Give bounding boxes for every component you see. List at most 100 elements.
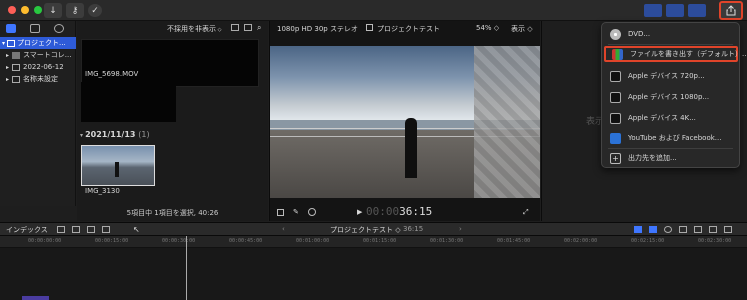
view-popup[interactable]: 表示 ◇ [511,24,533,34]
photos-audio-icon[interactable] [30,23,40,33]
minimize-window-button[interactable] [21,6,29,14]
share-button[interactable] [719,1,743,20]
video-frame[interactable] [270,46,540,198]
menu-item-label: ファイルを書き出す（デフォルト）... [630,50,747,58]
clip-thumbnail[interactable] [81,39,259,87]
menu-item-add-destination[interactable]: + 出力先を追加... [604,150,738,166]
viewer-project-title: プロジェクトテスト [377,25,440,33]
library-item-project[interactable]: ▾ プロジェクト... [0,37,76,49]
snapping-icon[interactable] [679,226,687,233]
timeline-layout-button[interactable] [666,4,684,17]
timeline-project-name[interactable]: プロジェクトテスト ◇ [330,225,401,235]
forward-icon[interactable]: › [459,225,462,233]
menu-item-export-file[interactable]: ファイルを書き出す（デフォルト）... [604,46,747,62]
menu-item-label: YouTube および Facebook... [628,134,722,142]
menu-item-apple-720p[interactable]: Apple デバイス 720p... [604,68,738,84]
play-icon[interactable]: ▶ [357,208,362,216]
date-group-date: 2021/11/13 [85,130,136,139]
title-bar: ↓ ⚷ ✓ [0,0,747,21]
clip-name: IMG_3130 [85,187,120,195]
select-tool-icon[interactable]: ↖ [133,225,140,234]
filmstrip-icon[interactable] [244,24,252,31]
device-icon [610,112,621,124]
timeline-duration: 36:15 [403,225,424,233]
clip-filter-popup[interactable]: 不採用を非表示 ◇ [167,24,221,34]
event-icon [12,63,21,71]
library-item-label: 名称未設定 [23,75,59,83]
solo-icon[interactable] [664,226,672,233]
effects-browser-icon[interactable] [709,226,717,233]
menu-separator [608,44,733,45]
share-icon [726,5,736,16]
speed-icon[interactable] [307,208,316,216]
library-item-untitled[interactable]: ▸ 名称未設定 [0,73,76,85]
connect-icon[interactable] [57,226,65,233]
libraries-icon[interactable] [6,23,16,33]
menu-item-youtube-facebook[interactable]: YouTube および Facebook... [604,130,738,146]
clip-thumbnail[interactable] [81,82,176,122]
browser-layout-button[interactable] [644,4,662,17]
timeline-area[interactable] [0,236,747,300]
clip-name: IMG_5698.MOV [85,70,139,78]
disclosure-open-icon: ▾ [2,39,6,47]
ruler-label: 00:01:15:00 [363,238,397,244]
enhance-wand-icon[interactable]: ✎ [293,208,299,216]
person-figure [405,118,417,178]
library-sidebar: ▾ プロジェクト... ▸ スマートコレ... ▸ 2022-06-12 ▸ 名… [0,21,76,206]
overwrite-icon[interactable] [102,226,110,233]
library-item-smart-collections[interactable]: ▸ スマートコレ... [0,49,76,61]
timeline-ruler[interactable]: 00:00:00:00 00:00:15:00 00:00:30:00 00:0… [0,236,747,248]
ruler-label: 00:00:45:00 [229,238,263,244]
person-figure [115,162,119,177]
menu-item-apple-1080p[interactable]: Apple デバイス 1080p... [604,89,738,105]
menu-item-label: Apple デバイス 4K... [628,114,696,122]
import-button[interactable]: ↓ [44,3,62,18]
playhead[interactable] [186,236,187,300]
device-icon [610,91,621,103]
zoom-window-button[interactable] [34,6,42,14]
library-item-event-2022-06-12[interactable]: ▸ 2022-06-12 [0,61,76,73]
fullscreen-icon[interactable]: ⤢ [523,208,529,217]
ruler-label: 00:02:30:00 [698,238,732,244]
close-window-button[interactable] [8,6,16,14]
background-tasks-button[interactable]: ✓ [88,4,102,17]
ruler-label: 00:02:15:00 [631,238,665,244]
audio-skimming-icon[interactable] [649,226,657,233]
device-icon [610,70,621,82]
menu-item-label: Apple デバイス 1080p... [628,93,710,101]
menu-item-dvd[interactable]: DVD... [604,26,738,42]
viewer: 1080p HD 30p ステレオ プロジェクトテスト 54% ◇ 表示 ◇ ✎… [269,21,540,221]
clip-thumbnail-selected[interactable] [81,145,155,186]
download-icon: ↓ [49,5,57,16]
ruler-label: 00:00:00:00 [28,238,62,244]
clip-appearance-icon[interactable] [231,24,239,31]
clip-appearance-icon[interactable] [694,226,702,233]
titles-generators-icon[interactable] [54,23,64,33]
disclosure-closed-icon: ▸ [6,75,10,83]
index-button[interactable]: インデックス [6,225,48,235]
browser-status: 5項目中 1項目を選択, 40:26 [126,209,219,217]
transitions-browser-icon[interactable] [724,226,732,233]
append-icon[interactable] [87,226,95,233]
insert-icon[interactable] [72,226,80,233]
library-item-label: 2022-06-12 [23,63,64,71]
back-icon[interactable]: ‹ [282,225,285,233]
ruler-label: 00:01:30:00 [430,238,464,244]
library-toolbar [0,21,76,35]
date-group-header[interactable]: ▾ 2021/11/13 (1) [80,130,150,139]
menu-item-label: 出力先を追加... [628,154,677,162]
search-icon[interactable]: ⌕ [257,23,261,33]
zoom-popup[interactable]: 54% ◇ [476,24,499,32]
keyword-button[interactable]: ⚷ [66,3,84,18]
menu-item-label: Apple デバイス 720p... [628,72,705,80]
transparency-area [474,46,540,198]
skimming-icon[interactable] [634,226,642,233]
inspector-layout-button[interactable] [688,4,706,17]
export-file-icon [612,48,623,60]
transform-icon[interactable] [277,208,284,216]
menu-item-apple-4k[interactable]: Apple デバイス 4K... [604,110,738,126]
menu-item-label: DVD... [628,30,651,38]
timeline-clip[interactable] [22,296,49,300]
disclosure-closed-icon: ▸ [6,51,10,59]
timecode-display[interactable]: 00:0036:15 [366,205,432,218]
